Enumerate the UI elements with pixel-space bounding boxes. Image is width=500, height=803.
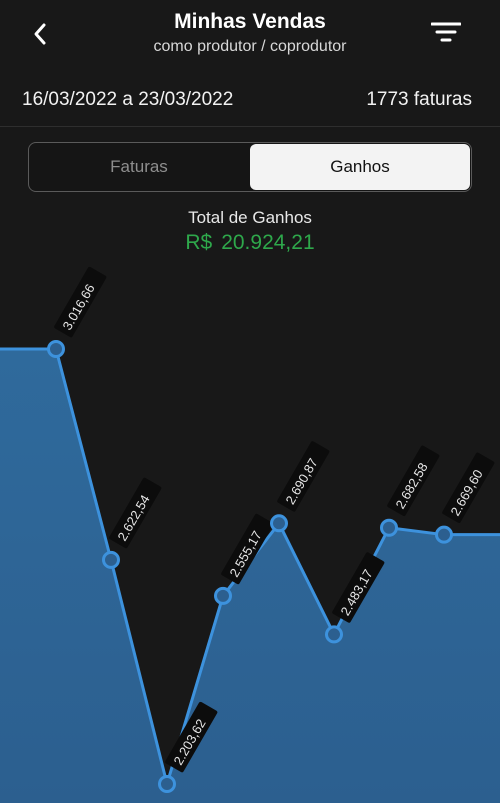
data-point — [325, 625, 343, 644]
data-point — [214, 586, 232, 605]
data-label-group: 2.622,54 — [109, 477, 162, 549]
data-point — [102, 550, 120, 569]
data-label-group: 2.669,60 — [442, 452, 495, 523]
data-label-group: 2.690,87 — [277, 441, 330, 512]
data-point — [158, 775, 176, 793]
data-point — [380, 518, 398, 537]
earnings-chart: 3.016,662.622,542.203,622.555,172.690,87… — [0, 266, 500, 803]
data-point — [435, 525, 453, 544]
data-point — [47, 340, 65, 358]
data-point — [270, 514, 288, 533]
data-label-group: 2.682,58 — [387, 445, 440, 517]
data-label-group: 3.016,66 — [54, 266, 107, 338]
